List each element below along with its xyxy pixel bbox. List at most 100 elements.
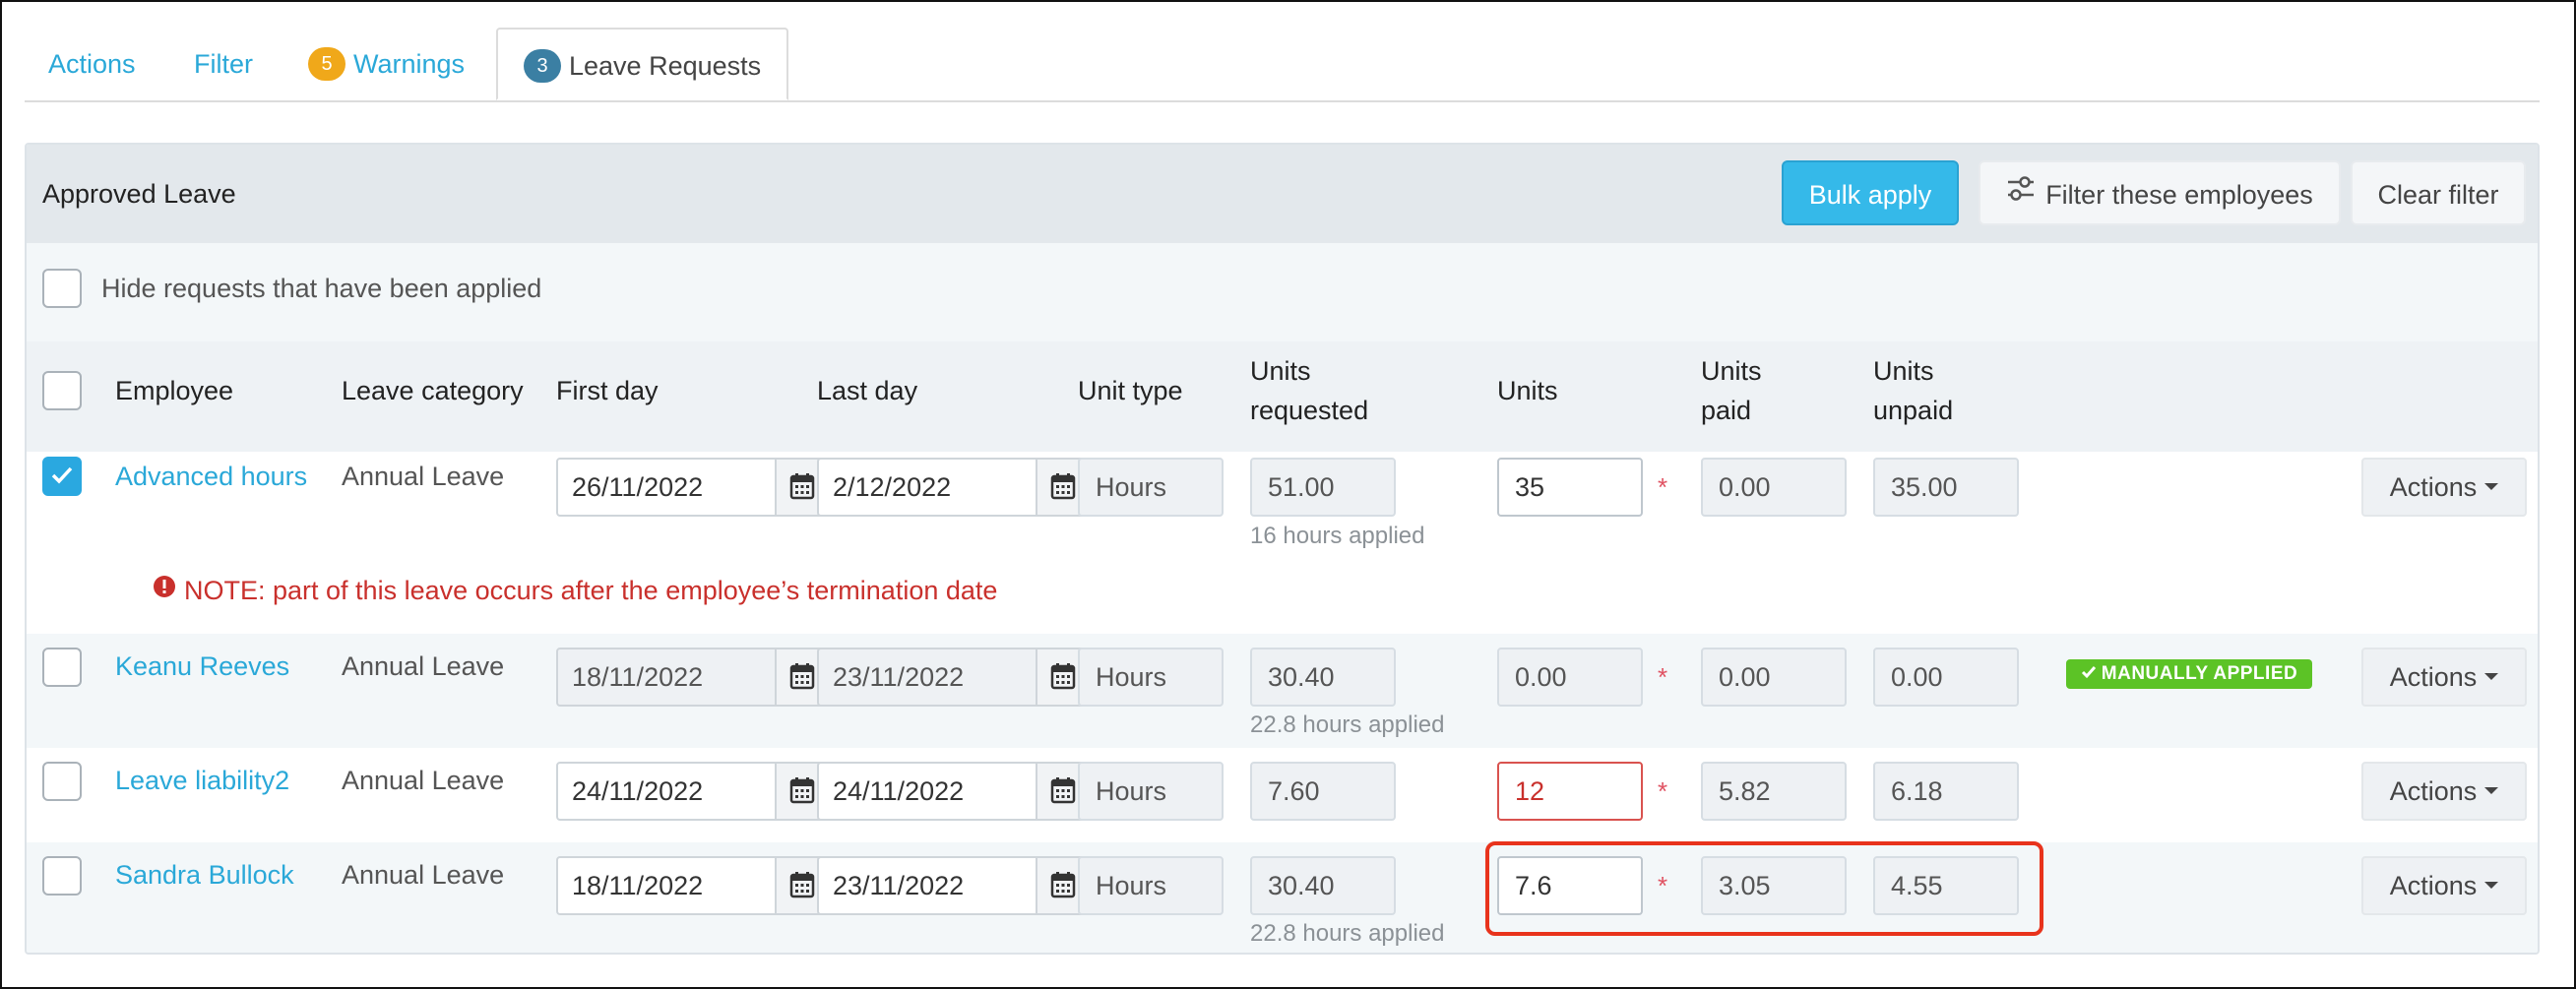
row-checkbox-leave-liability2[interactable]: [42, 762, 82, 801]
col-units-paid-line1: Units: [1701, 356, 1762, 386]
col-units: Units: [1497, 376, 1558, 405]
manually-applied-text: MANUALLY APPLIED: [2101, 663, 2298, 684]
select-all-checkbox[interactable]: [42, 371, 82, 410]
tab-filter-label: Filter: [194, 49, 253, 79]
row-actions-label: Actions: [2389, 472, 2478, 502]
leave-category: Annual Leave: [342, 462, 505, 491]
col-last-day: Last day: [817, 376, 918, 405]
row-actions-button[interactable]: Actions: [2361, 762, 2527, 821]
first-day-value: 24/11/2022: [572, 776, 704, 806]
row-actions-button[interactable]: Actions: [2361, 458, 2527, 517]
leave-category: Annual Leave: [342, 651, 505, 681]
caret-down-icon: [2484, 673, 2499, 681]
tab-leave-requests[interactable]: 3 Leave Requests: [496, 28, 789, 100]
hours-applied-note: 22.8 hours applied: [1250, 711, 1445, 738]
last-day-value: 2/12/2022: [833, 472, 952, 502]
row-actions-button[interactable]: Actions: [2361, 856, 2527, 915]
first-day-value: 18/11/2022: [572, 662, 704, 692]
units-input[interactable]: 35: [1497, 458, 1643, 517]
required-marker: *: [1658, 776, 1668, 806]
tab-warnings-label: Warnings: [353, 49, 466, 79]
panel-header: Approved Leave Bulk apply Filter these e…: [27, 145, 2538, 243]
row-actions-button[interactable]: Actions: [2361, 648, 2527, 707]
leave-category: Annual Leave: [342, 860, 505, 890]
filter-employees-label: Filter these employees: [2045, 180, 2313, 210]
units-paid-field: 0.00: [1701, 458, 1847, 517]
row-actions-label: Actions: [2389, 662, 2478, 692]
employee-link[interactable]: Sandra Bullock: [115, 855, 294, 895]
check-icon: [51, 466, 73, 484]
col-units-requested-line2: requested: [1250, 396, 1369, 425]
panel-title: Approved Leave: [42, 179, 236, 209]
caret-down-icon: [2484, 483, 2499, 491]
units-paid-field: 0.00: [1701, 648, 1847, 707]
hours-applied-note: 16 hours applied: [1250, 523, 1425, 549]
leave-requests-count-badge: 3: [524, 48, 561, 83]
last-day-value: 24/11/2022: [833, 776, 965, 806]
units-requested-field: 7.60: [1250, 762, 1396, 821]
hide-applied-label: Hide requests that have been applied: [101, 274, 542, 303]
first-day-input[interactable]: 24/11/2022: [556, 762, 830, 821]
units-paid-field: 5.82: [1701, 762, 1847, 821]
col-units-unpaid-line1: Units: [1873, 356, 1934, 386]
filter-employees-button[interactable]: Filter these employees: [1979, 160, 2341, 225]
employee-link[interactable]: Leave liability2: [115, 761, 289, 800]
col-units-unpaid-line2: unpaid: [1873, 396, 1954, 425]
last-day-input[interactable]: 2/12/2022: [817, 458, 1091, 517]
tab-bar: Actions Filter 5 Warnings 3 Leave Requests: [25, 28, 2540, 102]
units-unpaid-field: 6.18: [1873, 762, 2019, 821]
tab-actions[interactable]: Actions: [48, 28, 136, 100]
first-day-input[interactable]: 18/11/2022: [556, 856, 830, 915]
units-input: 0.00: [1497, 648, 1643, 707]
termination-date-warning: NOTE: part of this leave occurs after th…: [153, 573, 997, 610]
row-checkbox-sandra-bullock[interactable]: [42, 856, 82, 896]
col-leave-category: Leave category: [342, 376, 524, 405]
warnings-count-badge: 5: [308, 46, 346, 81]
col-units-paid-line2: paid: [1701, 396, 1752, 425]
approved-leave-panel: Approved Leave Bulk apply Filter these e…: [25, 143, 2540, 955]
unit-type-field: Hours: [1078, 762, 1224, 821]
unit-type-field: Hours: [1078, 648, 1224, 707]
leave-category: Annual Leave: [342, 766, 505, 795]
last-day-value: 23/11/2022: [833, 871, 965, 900]
unit-type-field: Hours: [1078, 458, 1224, 517]
col-units-requested-line1: Units: [1250, 356, 1311, 386]
last-day-input[interactable]: 23/11/2022: [817, 856, 1091, 915]
tab-warnings[interactable]: 5 Warnings: [308, 28, 465, 100]
units-requested-field: 30.40: [1250, 648, 1396, 707]
required-marker: *: [1658, 871, 1668, 900]
termination-date-warning-text: NOTE: part of this leave occurs after th…: [184, 576, 998, 605]
first-day-input: 18/11/2022: [556, 648, 830, 707]
col-first-day: First day: [556, 376, 659, 405]
row-checkbox-advanced-hours[interactable]: [42, 457, 82, 496]
check-icon: [2081, 665, 2096, 679]
last-day-input[interactable]: 24/11/2022: [817, 762, 1091, 821]
units-requested-field: 30.40: [1250, 856, 1396, 915]
units-unpaid-field: 0.00: [1873, 648, 2019, 707]
units-unpaid-field: 4.55: [1873, 856, 2019, 915]
employee-link[interactable]: Keanu Reeves: [115, 647, 289, 686]
unit-type-field: Hours: [1078, 856, 1224, 915]
col-unit-type: Unit type: [1078, 376, 1183, 405]
row-checkbox-keanu-reeves[interactable]: [42, 648, 82, 687]
hide-applied-checkbox[interactable]: [42, 269, 82, 308]
caret-down-icon: [2484, 882, 2499, 890]
clear-filter-button[interactable]: Clear filter: [2351, 160, 2526, 225]
first-day-value: 18/11/2022: [572, 871, 704, 900]
required-marker: *: [1658, 662, 1668, 692]
units-requested-field: 51.00: [1250, 458, 1396, 517]
sliders-icon: [2006, 161, 2036, 226]
first-day-input[interactable]: 26/11/2022: [556, 458, 830, 517]
tab-actions-label: Actions: [48, 49, 136, 79]
tab-filter[interactable]: Filter: [194, 28, 253, 100]
units-input-invalid[interactable]: 12: [1497, 762, 1643, 821]
units-input[interactable]: 7.6: [1497, 856, 1643, 915]
employee-link[interactable]: Advanced hours: [115, 457, 307, 496]
last-day-value: 23/11/2022: [833, 662, 965, 692]
row-actions-label: Actions: [2389, 871, 2478, 900]
units-unpaid-field: 35.00: [1873, 458, 2019, 517]
caret-down-icon: [2484, 787, 2499, 795]
row-actions-label: Actions: [2389, 776, 2478, 806]
bulk-apply-button[interactable]: Bulk apply: [1782, 160, 1959, 225]
last-day-input: 23/11/2022: [817, 648, 1091, 707]
